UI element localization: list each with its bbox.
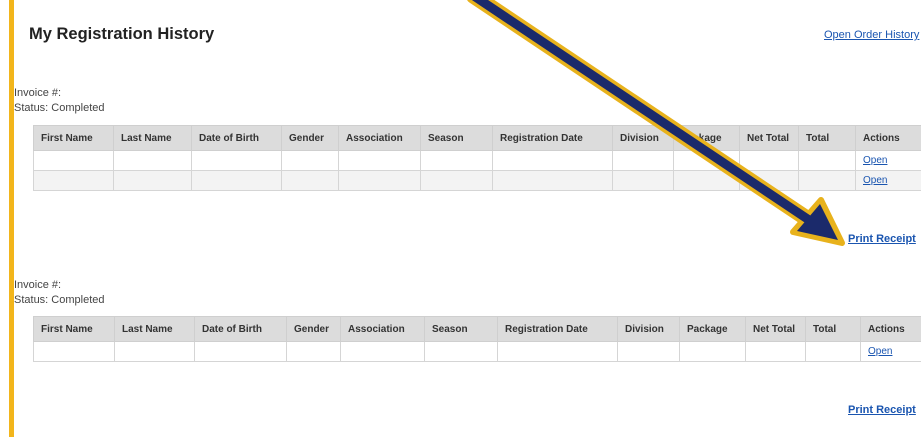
annotation-arrow-icon: [467, 0, 845, 246]
arrow-shape: [467, 0, 845, 246]
